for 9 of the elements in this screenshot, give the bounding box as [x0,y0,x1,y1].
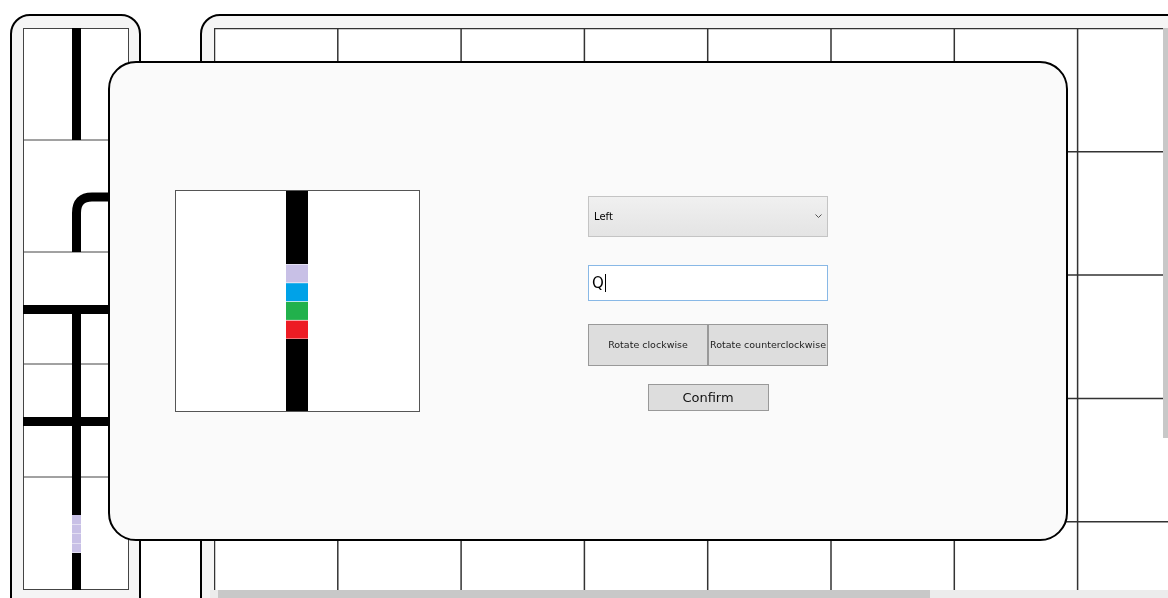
confirm-button[interactable]: Confirm [647,383,769,411]
rotate-button[interactable]: Rotate counterclockwise [708,323,828,366]
rotate-button[interactable]: Rotate clockwise [588,323,708,366]
horizontal-scrollbar[interactable] [210,590,1168,598]
vertical-scrollbar[interactable] [1163,28,1168,438]
text-input-field[interactable]: Q [588,264,828,301]
chevron-down-icon [815,213,822,219]
direction-dropdown[interactable]: Left [588,195,828,237]
text-cursor [604,273,606,292]
